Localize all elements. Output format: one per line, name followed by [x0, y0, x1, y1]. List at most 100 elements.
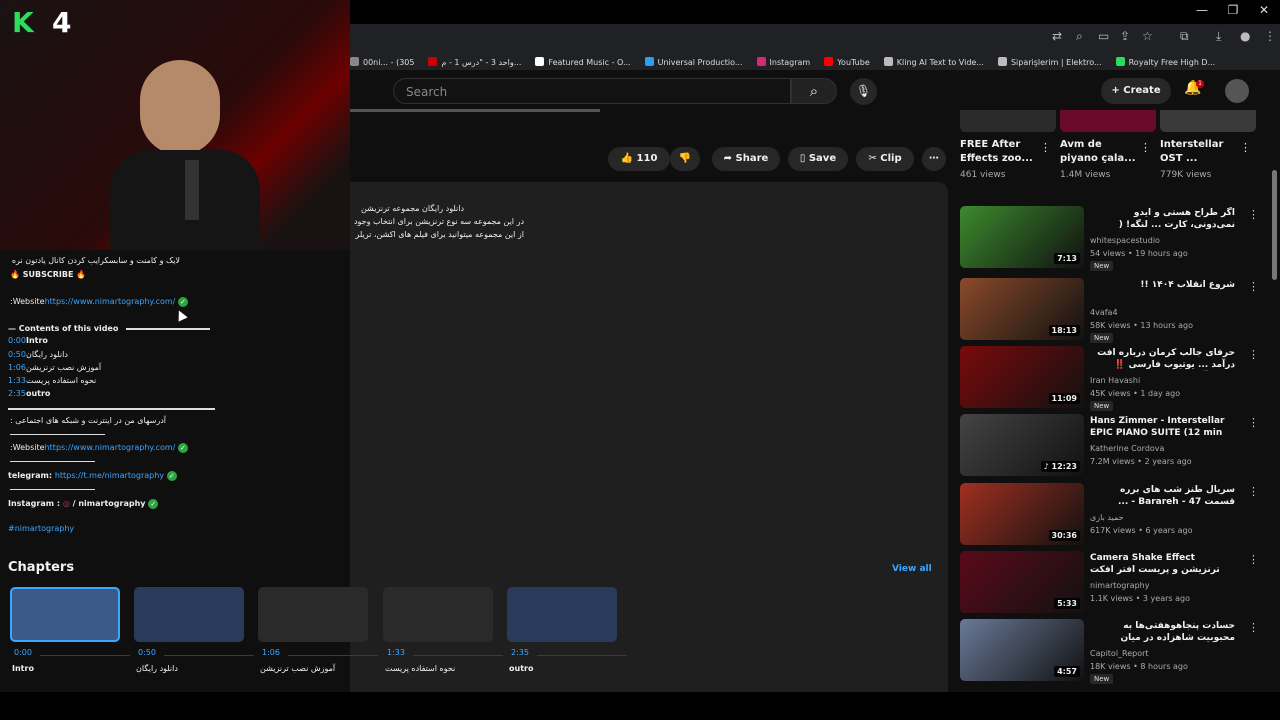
- more-options-icon[interactable]: ⋮: [1140, 141, 1151, 154]
- related-video-card[interactable]: 5:33 Camera Shake Effect ترنزیشن و پریست …: [960, 551, 1260, 613]
- shelf-title[interactable]: Avm de: [1060, 139, 1102, 150]
- bookmark-item[interactable]: Kling AI Text to Vide...: [883, 53, 984, 70]
- hashtag-link[interactable]: #nimartography: [8, 524, 74, 533]
- chapter-thumbnail[interactable]: [507, 587, 617, 642]
- more-options-icon[interactable]: ⋮: [1240, 141, 1251, 154]
- shelf-title[interactable]: Effects zoo...: [960, 153, 1033, 164]
- chapter-time[interactable]: 0:50: [138, 648, 156, 657]
- telegram-link[interactable]: https://t.me/nimartography: [55, 471, 164, 480]
- menu-icon[interactable]: ⋮: [1264, 29, 1276, 43]
- more-options-icon[interactable]: ⋮: [1248, 208, 1259, 221]
- video-thumbnail[interactable]: 11:09: [960, 346, 1084, 408]
- bookmark-item[interactable]: Instagram: [756, 53, 810, 70]
- more-options-icon[interactable]: ⋮: [1248, 416, 1259, 429]
- channel-name[interactable]: Iran Havashi: [1090, 376, 1140, 385]
- timestamp-link[interactable]: 0:00: [8, 336, 26, 345]
- related-video-card[interactable]: 7:13 اگر طراح هستی و ایدو نمی‌دونی، کارت …: [960, 206, 1260, 271]
- bookmark-item[interactable]: Universal Productio...: [644, 53, 743, 70]
- bookmark-item[interactable]: Featured Music - O...: [535, 53, 631, 70]
- channel-name[interactable]: nimartography: [1090, 581, 1149, 590]
- bookmark-item[interactable]: واحد 3 - "درس 1 - م...: [428, 53, 521, 70]
- shelf-title[interactable]: OST ...: [1160, 153, 1197, 164]
- zoom-icon[interactable]: ⌕: [1076, 29, 1083, 44]
- chapter-time[interactable]: 2:35: [511, 648, 529, 657]
- bookmark-item[interactable]: YouTube: [824, 53, 870, 70]
- video-title[interactable]: حسادت پنجاهوهفتی‌ها به محبوبیت شاهزاده د…: [1090, 620, 1235, 644]
- shelf-thumbnail[interactable]: [1160, 110, 1256, 132]
- clip-button[interactable]: ✂ Clip: [856, 147, 914, 171]
- chapter-thumbnail[interactable]: [383, 587, 493, 642]
- chapter-thumbnail[interactable]: [10, 587, 120, 642]
- chapter-label[interactable]: آموزش نصب ترنزیشن: [260, 664, 335, 673]
- video-thumbnail[interactable]: 7:13: [960, 206, 1084, 268]
- channel-name[interactable]: حمید بازی: [1090, 513, 1124, 522]
- shelf-thumbnail[interactable]: [1060, 110, 1156, 132]
- chapter-time[interactable]: 1:06: [262, 648, 280, 657]
- website-link[interactable]: https://www.nimartography.com/: [45, 443, 176, 452]
- more-options-icon[interactable]: ⋮: [1248, 485, 1259, 498]
- chapter-thumbnail[interactable]: [258, 587, 368, 642]
- close-button[interactable]: ✕: [1249, 3, 1279, 17]
- download-icon[interactable]: ⤓: [1216, 29, 1221, 44]
- maximize-button[interactable]: ❐: [1218, 3, 1248, 17]
- video-title[interactable]: شروع انقلاب ۱۴۰۴ !!: [1090, 279, 1235, 291]
- timestamp-link[interactable]: 1:06: [8, 363, 26, 372]
- timestamp-link[interactable]: 1:33: [8, 376, 26, 385]
- extensions-icon[interactable]: ⧉: [1180, 29, 1189, 44]
- chapter-time[interactable]: 1:33: [387, 648, 405, 657]
- video-thumbnail[interactable]: 5:33: [960, 551, 1084, 613]
- voice-search-button[interactable]: 🎙: [850, 78, 877, 105]
- share-page-icon[interactable]: ⇪: [1120, 29, 1130, 43]
- shelf-title[interactable]: piyano çala...: [1060, 153, 1136, 164]
- more-actions-button[interactable]: ⋯: [922, 147, 946, 171]
- video-progress-bar[interactable]: [350, 109, 600, 112]
- create-button[interactable]: + Create: [1101, 78, 1171, 104]
- dislike-button[interactable]: 👎: [670, 147, 700, 171]
- video-thumbnail[interactable]: 18:13: [960, 278, 1084, 340]
- more-options-icon[interactable]: ⋮: [1248, 348, 1259, 361]
- video-title[interactable]: Hans Zimmer - Interstellar EPIC PIANO SU…: [1090, 415, 1235, 439]
- account-avatar[interactable]: [1225, 79, 1249, 103]
- channel-name[interactable]: 4vafa4: [1090, 308, 1118, 317]
- bookmark-star-icon[interactable]: ☆: [1142, 29, 1153, 43]
- translate-icon[interactable]: ⇄: [1052, 29, 1062, 43]
- channel-name[interactable]: whitespacestudio: [1090, 236, 1160, 245]
- video-title[interactable]: اگر طراح هستی و ایدو نمی‌دونی، کارت ... …: [1090, 207, 1235, 231]
- minimize-button[interactable]: —: [1187, 3, 1217, 17]
- related-video-card[interactable]: 30:36 سریال طنز شب های برره قسمت 47 - Bar…: [960, 483, 1260, 545]
- chapter-label[interactable]: Intro: [12, 664, 34, 673]
- related-video-card[interactable]: 4:57 حسادت پنجاهوهفتی‌ها به محبوبیت شاهزا…: [960, 619, 1260, 684]
- video-title[interactable]: Camera Shake Effect ترنزیشن و پریست افتر…: [1090, 552, 1235, 576]
- timestamp-link[interactable]: 0:50: [8, 350, 26, 359]
- channel-name[interactable]: Katherine Cordova: [1090, 444, 1164, 453]
- video-thumbnail[interactable]: 4:57: [960, 619, 1084, 681]
- instagram-link[interactable]: / nimartography: [73, 499, 146, 508]
- save-button[interactable]: ▯ Save: [788, 147, 848, 171]
- video-thumbnail[interactable]: 30:36: [960, 483, 1084, 545]
- view-all-chapters-link[interactable]: View all: [892, 564, 932, 574]
- video-title[interactable]: سریال طنز شب های برره قسمت 47 - Barareh …: [1090, 484, 1235, 508]
- more-options-icon[interactable]: ⋮: [1248, 280, 1259, 293]
- bookmark-item[interactable]: 00ni... - (305: [350, 53, 414, 70]
- chapter-label[interactable]: نحوه استفاده پریست: [385, 664, 455, 673]
- chapter-label[interactable]: outro: [509, 664, 533, 673]
- bookmark-item[interactable]: Siparişlerim | Elektro...: [997, 53, 1102, 70]
- more-options-icon[interactable]: ⋮: [1040, 141, 1051, 154]
- website-link[interactable]: https://www.nimartography.com/: [45, 297, 176, 306]
- bookmark-item[interactable]: Royalty Free High D...: [1115, 53, 1215, 70]
- profile-icon[interactable]: ●: [1240, 29, 1250, 43]
- related-video-card[interactable]: ♪ 12:23 Hans Zimmer - Interstellar EPIC P…: [960, 414, 1260, 476]
- search-button[interactable]: ⌕: [791, 78, 837, 104]
- video-thumbnail[interactable]: ♪ 12:23: [960, 414, 1084, 476]
- shelf-title[interactable]: FREE After: [960, 139, 1020, 150]
- more-options-icon[interactable]: ⋮: [1248, 553, 1259, 566]
- shelf-thumbnail[interactable]: [960, 110, 1056, 132]
- chapter-label[interactable]: دانلود رایگان: [136, 664, 178, 673]
- related-video-card[interactable]: 11:09 حرفای جالب کرمان درباره افت درآمد .…: [960, 346, 1260, 411]
- like-button[interactable]: 👍 110: [608, 147, 670, 171]
- cast-icon[interactable]: ▭: [1098, 29, 1109, 43]
- chapter-thumbnail[interactable]: [134, 587, 244, 642]
- scrollbar-thumb[interactable]: [1272, 170, 1277, 280]
- channel-name[interactable]: Capitol_Report: [1090, 649, 1149, 658]
- search-input[interactable]: Search: [393, 78, 791, 104]
